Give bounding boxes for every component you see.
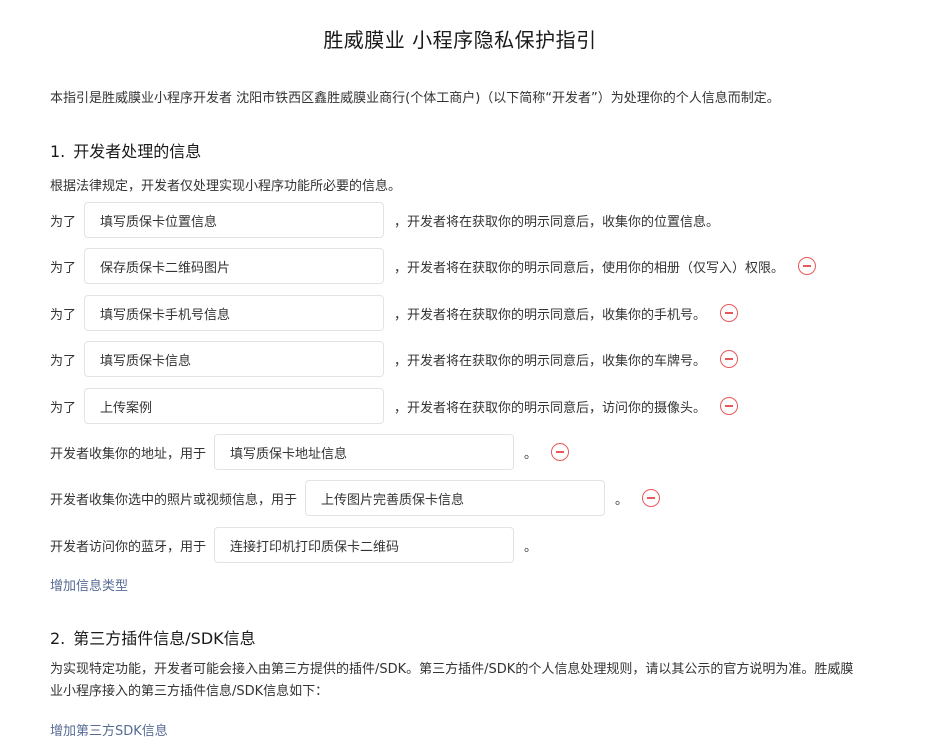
info-row-6: 开发者收集你的地址，用于 填写质保卡地址信息 。 bbox=[50, 434, 570, 470]
add-sdk-info-link[interactable]: 增加第三方SDK信息 bbox=[50, 720, 168, 739]
section1-number: 1. bbox=[50, 142, 66, 161]
info-row-prefix: 开发者收集你的地址，用于 bbox=[50, 446, 207, 462]
remove-circle-icon[interactable] bbox=[720, 350, 739, 368]
purpose-input[interactable]: 填写质保卡位置信息 bbox=[84, 202, 385, 238]
info-row-suffix: ，开发者将在获取你的明示同意后，收集你的位置信息。 bbox=[394, 214, 720, 230]
purpose-input[interactable]: 上传图片完善质保卡信息 bbox=[305, 480, 606, 516]
info-row-4: 为了 填写质保卡信息 ，开发者将在获取你的明示同意后，收集你的车牌号。 bbox=[50, 341, 739, 377]
remove-circle-icon[interactable] bbox=[798, 257, 817, 275]
purpose-input[interactable]: 填写质保卡地址信息 bbox=[214, 434, 515, 470]
info-row-3: 为了 填写质保卡手机号信息 ，开发者将在获取你的明示同意后，收集你的手机号。 bbox=[50, 295, 739, 331]
remove-circle-icon[interactable] bbox=[720, 304, 739, 322]
page-title: 胜威膜业 小程序隐私保护指引 bbox=[323, 28, 597, 52]
info-row-suffix: 。 bbox=[524, 539, 538, 555]
info-row-1: 为了 填写质保卡位置信息 ，开发者将在获取你的明示同意后，收集你的位置信息。 bbox=[50, 202, 719, 238]
info-row-prefix: 为了 bbox=[50, 260, 77, 276]
info-row-2: 为了 保存质保卡二维码图片 ，开发者将在获取你的明示同意后，使用你的相册（仅写入… bbox=[50, 248, 817, 284]
info-row-suffix: ，开发者将在获取你的明示同意后，访问你的摄像头。 bbox=[394, 400, 707, 416]
info-row-prefix: 为了 bbox=[50, 400, 77, 416]
intro-text: 本指引是胜威膜业小程序开发者 沈阳市铁西区鑫胜威膜业商行(个体工商户)（以下简称… bbox=[50, 91, 780, 106]
add-info-type-link[interactable]: 增加信息类型 bbox=[50, 575, 128, 594]
section1-title: 开发者处理的信息 bbox=[73, 142, 202, 161]
purpose-input[interactable]: 填写质保卡手机号信息 bbox=[84, 295, 385, 331]
section2-number: 2. bbox=[50, 629, 66, 648]
info-row-suffix: 。 bbox=[524, 446, 538, 462]
purpose-input[interactable]: 填写质保卡信息 bbox=[84, 341, 385, 377]
purpose-input[interactable]: 保存质保卡二维码图片 bbox=[84, 248, 385, 284]
section2-title: 第三方插件信息/SDK信息 bbox=[73, 629, 256, 648]
remove-circle-icon[interactable] bbox=[642, 489, 661, 507]
info-row-prefix: 开发者收集你选中的照片或视频信息，用于 bbox=[50, 492, 298, 508]
info-row-suffix: ，开发者将在获取你的明示同意后，收集你的手机号。 bbox=[394, 307, 707, 323]
section1-desc: 根据法律规定，开发者仅处理实现小程序功能所必要的信息。 bbox=[50, 179, 402, 194]
info-row-7: 开发者收集你选中的照片或视频信息，用于 上传图片完善质保卡信息 。 bbox=[50, 480, 661, 516]
info-row-prefix: 为了 bbox=[50, 307, 77, 323]
info-row-prefix: 开发者访问你的蓝牙，用于 bbox=[50, 539, 207, 555]
section2-heading: 2. 第三方插件信息/SDK信息 bbox=[50, 625, 256, 649]
info-row-prefix: 为了 bbox=[50, 353, 77, 369]
info-row-prefix: 为了 bbox=[50, 214, 77, 230]
section2-desc: 为实现特定功能，开发者可能会接入由第三方提供的插件/SDK。第三方插件/SDK的… bbox=[50, 662, 854, 699]
purpose-input[interactable]: 上传案例 bbox=[84, 388, 385, 424]
info-row-8: 开发者访问你的蓝牙，用于 连接打印机打印质保卡二维码 。 bbox=[50, 527, 537, 563]
info-row-5: 为了 上传案例 ，开发者将在获取你的明示同意后，访问你的摄像头。 bbox=[50, 388, 739, 424]
purpose-input[interactable]: 连接打印机打印质保卡二维码 bbox=[214, 527, 515, 563]
info-row-suffix: ，开发者将在获取你的明示同意后，使用你的相册（仅写入）权限。 bbox=[394, 260, 785, 276]
info-row-suffix: 。 bbox=[615, 492, 629, 508]
remove-circle-icon[interactable] bbox=[551, 443, 570, 461]
info-row-suffix: ，开发者将在获取你的明示同意后，收集你的车牌号。 bbox=[394, 353, 707, 369]
remove-circle-icon[interactable] bbox=[720, 397, 739, 415]
section1-heading: 1. 开发者处理的信息 bbox=[50, 138, 201, 162]
